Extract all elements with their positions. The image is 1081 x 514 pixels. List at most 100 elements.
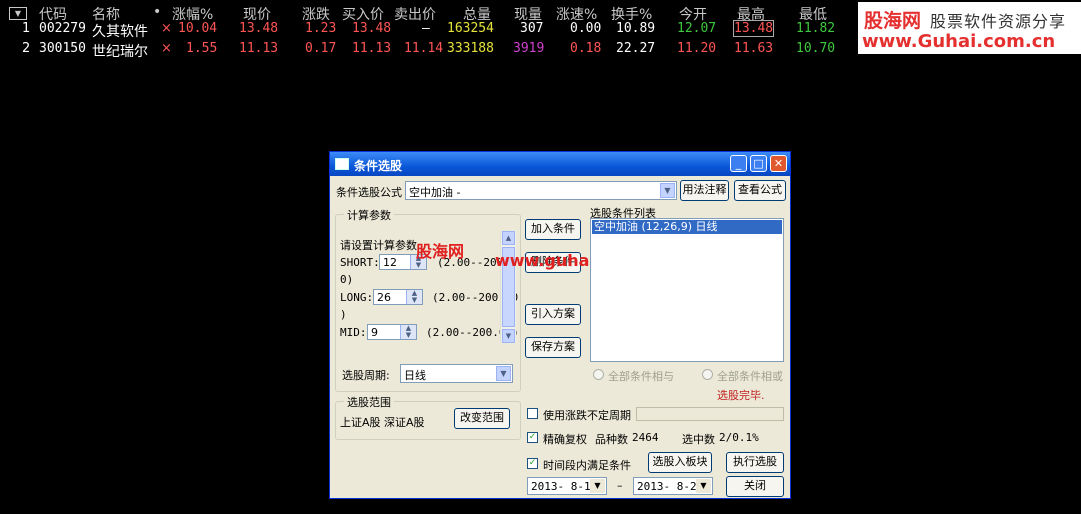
row-index: 1 [22, 21, 31, 36]
variety-label: 品种数 [595, 433, 628, 446]
param-long-range-wrap: ) [340, 308, 347, 321]
cell-cur-vol: 307 [520, 21, 544, 36]
save-scheme-button[interactable]: 保存方案 [525, 337, 581, 358]
grid-header: ▼ 代码 名称 • 涨幅% 现价 涨跌 买入价 卖出价 总量 现量 涨速% 换手… [0, 0, 855, 23]
stock-name: 世纪瑞尔 [92, 44, 148, 60]
scope-value: 上证A股 深证A股 [340, 416, 425, 429]
logo-url: www.Guhai.com.cn [862, 31, 1056, 52]
cell-volume: 163254 [447, 21, 494, 36]
formula-value: 空中加油 - [409, 186, 461, 199]
scope-group: 选股范围 上证A股 深证A股 改变范围 [335, 394, 521, 440]
cell-high: 11.63 [734, 41, 774, 56]
minimize-icon[interactable]: _ [730, 155, 747, 172]
add-condition-button[interactable]: 加入条件 [525, 219, 581, 240]
stock-code: 300150 [39, 41, 86, 56]
chevron-down-icon[interactable]: ▼ [590, 479, 605, 493]
precise-adjust-checkbox[interactable]: ✓ [527, 432, 538, 443]
stock-grid: ▼ 代码 名称 • 涨幅% 现价 涨跌 买入价 卖出价 总量 现量 涨速% 换手… [0, 0, 855, 60]
run-filter-button[interactable]: 执行选股 [726, 452, 784, 473]
logo-slogan: 股票软件资源分享 [930, 12, 1067, 31]
params-prompt: 请设置计算参数 [340, 239, 417, 252]
spin-arrows-icon[interactable]: ▲ ▼ [406, 290, 422, 304]
cell-change-pct: 10.04 [178, 21, 218, 36]
cell-ask: – [422, 21, 430, 36]
mid-value: 9 [371, 326, 378, 339]
time-range-label: 时间段内满足条件 [543, 459, 631, 472]
irregular-period-checkbox[interactable] [527, 408, 538, 419]
dialog-titlebar[interactable]: 条件选股 _ □ ✕ [330, 152, 790, 176]
formula-select[interactable]: 空中加油 - ▼ [405, 181, 677, 200]
logo-brand: 股海网 [864, 10, 922, 32]
short-value: 12 [383, 256, 397, 269]
cell-high: 13.48 [732, 20, 775, 37]
watermark-brand: 股海网 [416, 242, 465, 261]
time-range-checkbox[interactable]: ✓ [527, 458, 538, 469]
date-from-picker[interactable]: 2013- 8-18 ▼ [527, 477, 607, 495]
date-from-value: 2013- 8-18 [531, 480, 598, 493]
scroll-up-icon[interactable]: ▲ [502, 231, 515, 245]
date-to-value: 2013- 8-20 [637, 480, 704, 493]
cell-price: 13.48 [239, 21, 279, 36]
chevron-down-icon[interactable]: ▼ [660, 183, 675, 198]
formula-label: 条件选股公式 [336, 186, 402, 199]
param-short-range-wrap: 0) [340, 273, 354, 286]
stock-filter-dialog: 条件选股 _ □ ✕ 条件选股公式 空中加油 - ▼ 用法注释 查看公式 计算参… [329, 151, 791, 499]
period-label: 选股周期: [342, 369, 390, 382]
long-stepper[interactable]: 26 ▲ ▼ [373, 289, 423, 305]
selected-value: 2/0.1% [719, 431, 759, 444]
radio-and [593, 369, 604, 380]
cell-low: 11.82 [796, 21, 836, 36]
view-formula-button[interactable]: 查看公式 [734, 180, 786, 201]
cell-speed: 0.18 [570, 41, 602, 56]
col-dot: • [153, 4, 162, 20]
stock-name: 久其软件 [92, 24, 148, 40]
irregular-period-field [636, 407, 784, 421]
close-icon[interactable]: ✕ [770, 155, 787, 172]
close-button[interactable]: 关闭 [726, 476, 784, 497]
cell-turnover: 22.27 [616, 41, 656, 56]
cell-change: 0.17 [305, 41, 337, 56]
table-row[interactable]: 1 002279 久其软件 × 10.04 13.48 1.23 13.48 –… [0, 19, 855, 40]
selected-label: 选中数 [682, 433, 715, 446]
precise-adjust-label: 精确复权 [543, 433, 587, 446]
cell-open: 11.20 [677, 41, 717, 56]
row-index: 2 [22, 41, 31, 56]
mid-stepper[interactable]: 9 ▲ ▼ [367, 324, 417, 340]
maximize-icon[interactable]: □ [750, 155, 767, 172]
window-icon [335, 158, 349, 170]
change-scope-button[interactable]: 改变范围 [454, 408, 510, 429]
radio-and-label: 全部条件相与 [608, 370, 674, 383]
cell-price: 11.13 [239, 41, 279, 56]
param-long-label: LONG: [340, 291, 374, 304]
date-to-picker[interactable]: 2013- 8-20 ▼ [633, 477, 713, 495]
spin-arrows-icon[interactable]: ▲ ▼ [400, 325, 416, 339]
cell-speed: 0.00 [570, 21, 602, 36]
cell-open: 12.07 [677, 21, 717, 36]
radio-or-label: 全部条件相或 [717, 370, 783, 383]
stock-code: 002279 [39, 21, 86, 36]
mark-icon: × [161, 21, 172, 36]
cell-ask: 11.14 [404, 41, 444, 56]
cell-cur-vol: 3919 [513, 41, 545, 56]
chevron-down-icon[interactable]: ▼ [496, 366, 511, 381]
cell-change-pct: 1.55 [186, 41, 218, 56]
params-group-title: 计算参数 [344, 207, 394, 223]
cell-turnover: 10.89 [616, 21, 656, 36]
cell-change: 1.23 [305, 21, 337, 36]
to-block-button[interactable]: 选股入板块 [648, 452, 712, 473]
cell-volume: 333188 [447, 41, 494, 56]
radio-or [702, 369, 713, 380]
mark-icon: × [161, 41, 172, 56]
irregular-period-label: 使用涨跌不定周期 [543, 409, 631, 422]
chevron-down-icon[interactable]: ▼ [696, 479, 711, 493]
scroll-down-icon[interactable]: ▼ [502, 329, 515, 343]
period-select[interactable]: 日线 ▼ [400, 364, 513, 383]
import-scheme-button[interactable]: 引入方案 [525, 304, 581, 325]
params-scrollbar[interactable]: ▲ ▼ [500, 231, 516, 343]
list-item[interactable]: 空中加油 (12,26,9) 日线 [592, 220, 782, 234]
condition-list[interactable]: 空中加油 (12,26,9) 日线 [590, 218, 784, 362]
cell-bid: 11.13 [352, 41, 392, 56]
scope-group-title: 选股范围 [344, 394, 394, 410]
table-row[interactable]: 2 300150 世纪瑞尔 × 1.55 11.13 0.17 11.13 11… [0, 39, 855, 60]
usage-notes-button[interactable]: 用法注释 [680, 180, 729, 201]
